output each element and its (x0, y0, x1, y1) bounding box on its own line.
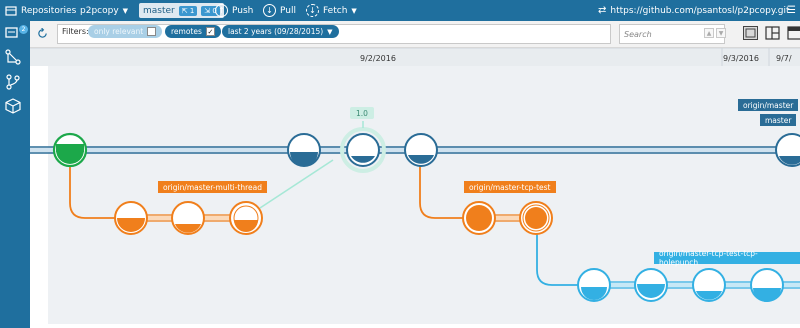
filter-bar: Filters: only relevant remotes ✓ last 2 … (30, 21, 800, 48)
only-relevant-checkbox[interactable] (147, 27, 157, 36)
push-label: Push (232, 5, 254, 16)
top-toolbar: Repositories p2pcopy ▼ master ⇱ 1 ⇲ 0 ↑ … (0, 0, 800, 21)
arrow-down-icon: ↓ (263, 4, 276, 17)
commit-node[interactable] (775, 133, 800, 167)
ref-label-multi-thread[interactable]: origin/master-multi-thread (158, 181, 268, 193)
chevron-down-icon: ▼ (122, 6, 129, 15)
branch-name: master (143, 5, 175, 16)
tag-label[interactable]: 1.0 (350, 107, 374, 119)
ref-label-tcp-test[interactable]: origin/master-tcp-test (464, 181, 556, 193)
commit-node[interactable] (114, 201, 148, 235)
ref-label-origin-master[interactable]: origin/master (738, 99, 799, 111)
fetch-label: Fetch (323, 5, 348, 16)
ref-label-master[interactable]: master (760, 114, 797, 126)
commit-graph: 9/2/2016 9/3/2016 9/7/ 1.0 origin/master… (30, 48, 800, 328)
commit-node[interactable] (750, 268, 784, 302)
left-rail: 2 (0, 21, 30, 328)
menu-icon[interactable]: ☰ (787, 0, 796, 21)
arrow-up-icon: ↑ (215, 4, 228, 17)
remotes-filter[interactable]: remotes ✓ (165, 25, 221, 38)
filters-label: Filters: (62, 27, 89, 36)
date-label: 9/3/2016 (723, 54, 759, 63)
search-prev-button[interactable]: ▲ (704, 28, 714, 38)
push-button[interactable]: ↑ Push (215, 0, 253, 21)
split-view-icon[interactable] (765, 26, 780, 40)
commit-node[interactable] (519, 201, 553, 235)
remote-url-label: https://github.com/psantosl/p2pcopy.git (610, 5, 790, 16)
only-relevant-label: only relevant (94, 27, 144, 36)
repository-icon (5, 5, 17, 16)
commit-node[interactable] (229, 201, 263, 235)
commit-node[interactable] (171, 201, 205, 235)
commit-node[interactable] (287, 133, 321, 167)
date-header (30, 48, 800, 66)
date-label: 9/7/ (776, 54, 792, 63)
commit-node[interactable] (404, 133, 438, 167)
only-relevant-filter[interactable]: only relevant (88, 25, 163, 38)
changes-nav[interactable]: 2 (4, 24, 28, 42)
panel-view-icon[interactable] (787, 26, 800, 40)
repo-selector[interactable]: p2pcopy ▼ (80, 0, 128, 21)
commit-node-head[interactable] (52, 132, 88, 168)
fetch-button[interactable]: ↓ Fetch ▼ (306, 0, 357, 21)
chevron-down-icon: ▼ (351, 6, 357, 15)
refresh-icon[interactable] (37, 28, 48, 39)
date-range-filter[interactable]: last 2 years (09/28/2015) ▼ (222, 25, 339, 38)
switch-remote-icon: ⇄ (598, 5, 607, 16)
graph-view-icon[interactable] (743, 26, 758, 40)
commit-node-tagged[interactable] (346, 133, 380, 167)
ahead-badge: ⇱ 1 (178, 5, 198, 16)
search-next-button[interactable]: ▼ (716, 28, 726, 38)
chevron-down-icon: ▼ (327, 27, 333, 36)
package-icon (5, 98, 21, 114)
ref-label-holepunch[interactable]: origin/master-tcp-test-tcp-holepunch (654, 249, 800, 267)
remotes-checkbox[interactable]: ✓ (205, 27, 215, 36)
repositories-button[interactable]: Repositories (5, 0, 76, 21)
remote-url[interactable]: ⇄ https://github.com/psantosl/p2pcopy.gi… (598, 0, 789, 21)
repositories-label: Repositories (21, 5, 77, 16)
pull-button[interactable]: ↓ Pull (263, 0, 296, 21)
branches-nav[interactable] (4, 73, 22, 91)
git-client-window: Repositories p2pcopy ▼ master ⇱ 1 ⇲ 0 ↑ … (0, 0, 800, 328)
branch-icon (6, 74, 20, 90)
remotes-label: remotes (171, 27, 202, 36)
repo-name: p2pcopy (80, 5, 119, 16)
branch-graph-icon (5, 49, 21, 65)
branch-selector[interactable]: master ⇱ 1 ⇲ 0 (139, 3, 224, 18)
commit-node[interactable] (577, 268, 611, 302)
changes-badge: 2 (19, 25, 28, 34)
packages-nav[interactable] (4, 97, 22, 115)
history-nav[interactable] (4, 48, 22, 66)
pull-label: Pull (280, 5, 296, 16)
commit-node[interactable] (462, 201, 496, 235)
commit-node[interactable] (692, 268, 726, 302)
commit-node[interactable] (634, 268, 668, 302)
fetch-icon: ↓ (306, 4, 319, 17)
date-label: 9/2/2016 (360, 54, 396, 63)
date-range-label: last 2 years (09/28/2015) (228, 27, 324, 36)
commit-graph-canvas (30, 48, 800, 324)
